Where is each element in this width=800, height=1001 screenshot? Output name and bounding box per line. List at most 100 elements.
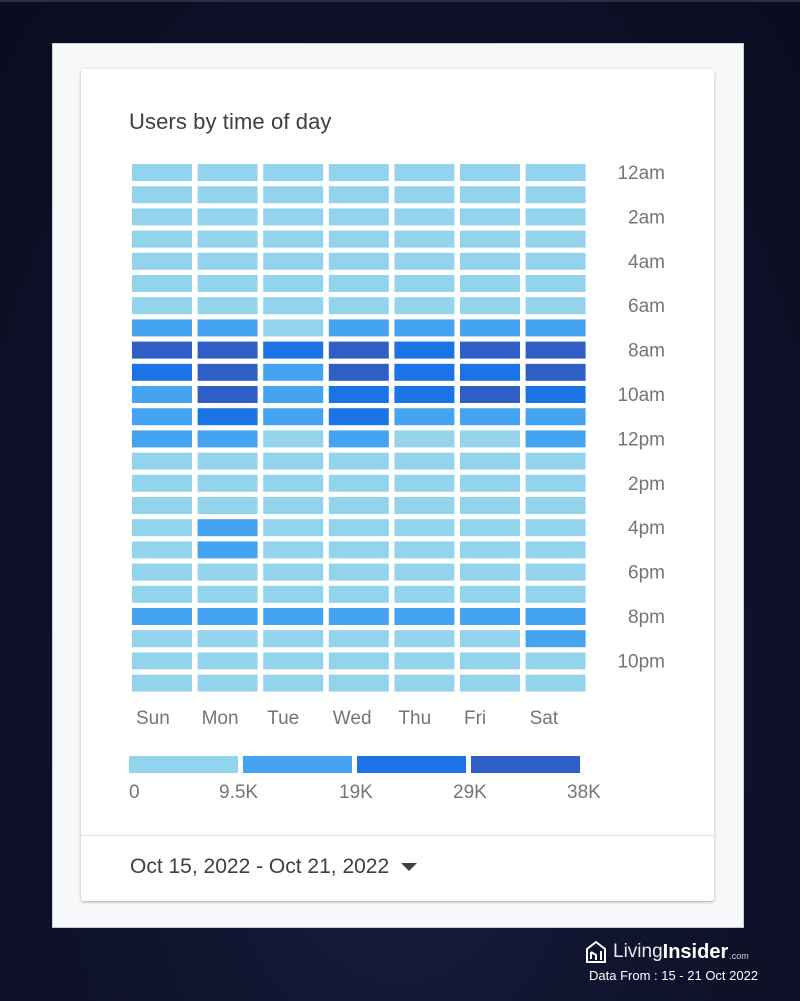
heatmap-cell-tue-12am[interactable] bbox=[263, 164, 324, 181]
heatmap-cell-thu-7am[interactable] bbox=[394, 319, 455, 337]
heatmap-cell-mon-7pm[interactable] bbox=[197, 585, 258, 603]
heatmap-cell-thu-1pm[interactable] bbox=[394, 452, 455, 470]
heatmap-cell-tue-1am[interactable] bbox=[263, 186, 324, 204]
heatmap-cell-tue-9pm[interactable] bbox=[263, 630, 324, 648]
heatmap-cell-sun-12pm[interactable] bbox=[132, 430, 192, 448]
heatmap-cell-mon-3am[interactable] bbox=[197, 230, 258, 248]
heatmap-cell-sun-12am[interactable] bbox=[132, 164, 192, 181]
heatmap-cell-sun-6pm[interactable] bbox=[132, 563, 192, 581]
heatmap-cell-fri-12pm[interactable] bbox=[460, 430, 520, 448]
heatmap-cell-sat-3pm[interactable] bbox=[525, 497, 586, 514]
heatmap-cell-wed-2pm[interactable] bbox=[328, 474, 389, 492]
heatmap-cell-wed-4pm[interactable] bbox=[328, 519, 389, 537]
heatmap-cell-tue-4pm[interactable] bbox=[263, 519, 324, 537]
heatmap-cell-thu-6pm[interactable] bbox=[394, 563, 455, 581]
heatmap-cell-mon-9pm[interactable] bbox=[197, 630, 258, 648]
heatmap-cell-mon-8pm[interactable] bbox=[197, 608, 258, 625]
heatmap-cell-fri-5am[interactable] bbox=[460, 275, 520, 292]
heatmap-cell-wed-11am[interactable] bbox=[328, 408, 389, 426]
heatmap-cell-mon-1pm[interactable] bbox=[197, 452, 258, 470]
heatmap-cell-mon-10pm[interactable] bbox=[197, 652, 258, 670]
heatmap-cell-tue-12pm[interactable] bbox=[263, 430, 324, 448]
heatmap-cell-thu-9am[interactable] bbox=[394, 363, 455, 381]
heatmap-cell-wed-6am[interactable] bbox=[328, 297, 389, 315]
heatmap-cell-tue-11am[interactable] bbox=[263, 408, 324, 426]
heatmap-cell-mon-4am[interactable] bbox=[197, 252, 258, 270]
heatmap-cell-wed-7pm[interactable] bbox=[328, 585, 389, 603]
heatmap-cell-fri-4pm[interactable] bbox=[460, 519, 520, 537]
heatmap-cell-mon-3pm[interactable] bbox=[197, 497, 258, 514]
heatmap-cell-sat-9am[interactable] bbox=[525, 363, 586, 381]
heatmap-cell-wed-12pm[interactable] bbox=[328, 430, 389, 448]
heatmap-cell-sat-2am[interactable] bbox=[525, 208, 586, 226]
heatmap-cell-fri-1pm[interactable] bbox=[460, 452, 520, 470]
heatmap-cell-fri-11pm[interactable] bbox=[460, 674, 520, 692]
heatmap-cell-sat-11am[interactable] bbox=[525, 408, 586, 426]
heatmap-cell-sun-2pm[interactable] bbox=[132, 474, 192, 492]
heatmap-cell-sat-6pm[interactable] bbox=[525, 563, 586, 581]
heatmap-cell-mon-8am[interactable] bbox=[197, 341, 258, 359]
heatmap-cell-sat-8am[interactable] bbox=[525, 341, 586, 359]
heatmap-cell-wed-11pm[interactable] bbox=[328, 674, 389, 692]
heatmap-cell-sat-1pm[interactable] bbox=[525, 452, 586, 470]
heatmap-cell-sun-9pm[interactable] bbox=[132, 630, 192, 648]
heatmap-cell-fri-3pm[interactable] bbox=[460, 497, 520, 514]
heatmap-cell-fri-4am[interactable] bbox=[460, 252, 520, 270]
heatmap-cell-thu-3am[interactable] bbox=[394, 230, 455, 248]
heatmap-cell-wed-8pm[interactable] bbox=[328, 608, 389, 625]
heatmap-cell-wed-2am[interactable] bbox=[328, 208, 389, 226]
heatmap-cell-sun-10pm[interactable] bbox=[132, 652, 192, 670]
heatmap-cell-mon-12am[interactable] bbox=[197, 164, 258, 181]
heatmap-cell-thu-4pm[interactable] bbox=[394, 519, 455, 537]
heatmap-cell-wed-8am[interactable] bbox=[328, 341, 389, 359]
heatmap-cell-wed-4am[interactable] bbox=[328, 252, 389, 270]
heatmap-cell-sat-10pm[interactable] bbox=[525, 652, 586, 670]
heatmap-cell-wed-10pm[interactable] bbox=[328, 652, 389, 670]
heatmap-cell-mon-2am[interactable] bbox=[197, 208, 258, 226]
heatmap-cell-sun-5am[interactable] bbox=[132, 275, 192, 292]
heatmap-cell-fri-8am[interactable] bbox=[460, 341, 520, 359]
heatmap-cell-mon-5am[interactable] bbox=[197, 275, 258, 292]
heatmap-cell-fri-3am[interactable] bbox=[460, 230, 520, 248]
heatmap-cell-thu-3pm[interactable] bbox=[394, 497, 455, 514]
heatmap-cell-thu-7pm[interactable] bbox=[394, 585, 455, 603]
heatmap-cell-sat-4am[interactable] bbox=[525, 252, 586, 270]
heatmap-cell-sat-1am[interactable] bbox=[525, 186, 586, 204]
heatmap-cell-fri-1am[interactable] bbox=[460, 186, 520, 204]
heatmap-cell-fri-6am[interactable] bbox=[460, 297, 520, 315]
heatmap-cell-mon-1am[interactable] bbox=[197, 186, 258, 204]
heatmap-cell-mon-6pm[interactable] bbox=[197, 563, 258, 581]
heatmap-cell-sun-9am[interactable] bbox=[132, 363, 192, 381]
heatmap-cell-thu-9pm[interactable] bbox=[394, 630, 455, 648]
heatmap-cell-tue-7pm[interactable] bbox=[263, 585, 324, 603]
heatmap-cell-tue-11pm[interactable] bbox=[263, 674, 324, 692]
heatmap-cell-fri-2am[interactable] bbox=[460, 208, 520, 226]
heatmap-cell-sun-7am[interactable] bbox=[132, 319, 192, 337]
heatmap-cell-mon-11am[interactable] bbox=[197, 408, 258, 426]
heatmap-cell-tue-4am[interactable] bbox=[263, 252, 324, 270]
heatmap-cell-sun-10am[interactable] bbox=[132, 386, 192, 403]
heatmap-cell-tue-9am[interactable] bbox=[263, 363, 324, 381]
heatmap-cell-sat-5am[interactable] bbox=[525, 275, 586, 292]
heatmap-cell-wed-6pm[interactable] bbox=[328, 563, 389, 581]
heatmap-cell-wed-9am[interactable] bbox=[328, 363, 389, 381]
heatmap-cell-wed-1pm[interactable] bbox=[328, 452, 389, 470]
heatmap-cell-sun-11pm[interactable] bbox=[132, 674, 192, 692]
heatmap-cell-tue-2pm[interactable] bbox=[263, 474, 324, 492]
heatmap-cell-sat-5pm[interactable] bbox=[525, 541, 586, 559]
heatmap-cell-sun-1am[interactable] bbox=[132, 186, 192, 204]
heatmap-cell-sat-12pm[interactable] bbox=[525, 430, 586, 448]
heatmap-cell-sun-7pm[interactable] bbox=[132, 585, 192, 603]
heatmap-cell-thu-6am[interactable] bbox=[394, 297, 455, 315]
heatmap-cell-sat-6am[interactable] bbox=[525, 297, 586, 315]
heatmap-cell-mon-12pm[interactable] bbox=[197, 430, 258, 448]
heatmap-cell-fri-6pm[interactable] bbox=[460, 563, 520, 581]
heatmap-cell-thu-12pm[interactable] bbox=[394, 430, 455, 448]
heatmap-cell-fri-5pm[interactable] bbox=[460, 541, 520, 559]
heatmap-cell-sun-8am[interactable] bbox=[132, 341, 192, 359]
heatmap-cell-fri-12am[interactable] bbox=[460, 164, 520, 181]
heatmap-cell-fri-9pm[interactable] bbox=[460, 630, 520, 648]
heatmap-cell-sun-4pm[interactable] bbox=[132, 519, 192, 537]
heatmap-cell-wed-12am[interactable] bbox=[328, 164, 389, 181]
heatmap-cell-thu-10am[interactable] bbox=[394, 386, 455, 403]
